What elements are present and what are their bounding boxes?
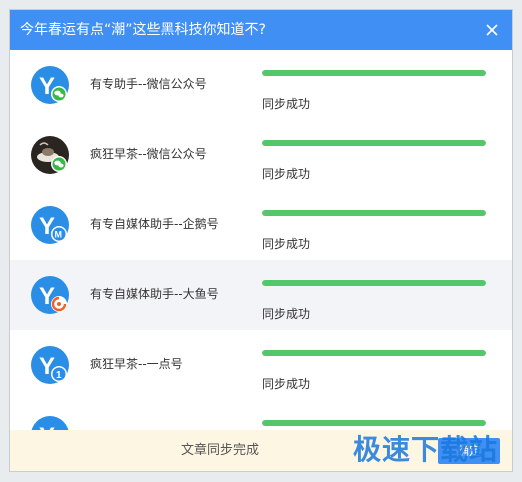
youzhuan-logo-icon: Y bbox=[31, 276, 69, 314]
svg-text:1: 1 bbox=[56, 370, 62, 381]
account-name: 疯狂早茶--微信公众号 bbox=[90, 147, 207, 161]
svg-text:Y: Y bbox=[39, 423, 55, 430]
progress-fill bbox=[262, 280, 486, 286]
sync-dialog: 今年春运有点“潮”这些黑科技你知道不? Y 有专助手--微信公众号 同步成功 疯… bbox=[10, 10, 512, 471]
account-name: 有专自媒体助手--企鹅号 bbox=[90, 217, 219, 231]
progress-bar bbox=[262, 210, 486, 216]
account-row: Y 1 疯狂早茶--一点号 同步成功 bbox=[10, 330, 512, 400]
progress-fill bbox=[262, 350, 486, 356]
progress-fill bbox=[262, 140, 486, 146]
account-name: 有专自媒体助手--大鱼号 bbox=[90, 287, 219, 301]
progress-fill bbox=[262, 210, 486, 216]
close-icon[interactable] bbox=[482, 20, 502, 40]
account-row: Y M 有专自媒体助手--企鹅号 同步成功 bbox=[10, 190, 512, 260]
progress-bar bbox=[262, 70, 486, 76]
progress-bar bbox=[262, 280, 486, 286]
sync-status: 同步成功 bbox=[262, 307, 311, 321]
account-row: 疯狂早茶--微信公众号 同步成功 bbox=[10, 120, 512, 190]
sync-status: 同步成功 bbox=[262, 97, 311, 111]
youzhuan-logo-icon: Y M bbox=[31, 206, 69, 244]
sync-status: 同步成功 bbox=[262, 377, 311, 391]
sync-status: 同步成功 bbox=[262, 237, 311, 251]
account-row: Y 有专助手--微信公众号 同步成功 bbox=[10, 50, 512, 120]
sync-status: 同步成功 bbox=[262, 167, 311, 181]
account-name: 疯狂早茶--一点号 bbox=[90, 357, 183, 371]
dialog-title: 今年春运有点“潮”这些黑科技你知道不? bbox=[20, 22, 266, 38]
youzhuan-logo-icon: Y bbox=[31, 66, 69, 104]
svg-text:M: M bbox=[55, 230, 63, 240]
watermark: 极速下载站 bbox=[353, 428, 498, 468]
progress-fill bbox=[262, 420, 486, 426]
progress-bar bbox=[262, 140, 486, 146]
account-row: Y 有专自媒体助手--大鱼号 同步成功 bbox=[10, 260, 512, 330]
account-list: Y 有专助手--微信公众号 同步成功 疯狂早茶--微信公众号 同步成功 Y M … bbox=[10, 50, 512, 430]
dialog-title-bar: 今年春运有点“潮”这些黑科技你知道不? bbox=[10, 10, 512, 50]
tea-photo-icon bbox=[31, 136, 69, 174]
youzhuan-logo-icon: Y 1 bbox=[31, 346, 69, 384]
progress-bar bbox=[262, 350, 486, 356]
progress-bar bbox=[262, 420, 486, 426]
watermark-text: 极速下载站 bbox=[352, 433, 498, 466]
progress-fill bbox=[262, 70, 486, 76]
account-row: Y bbox=[10, 400, 512, 430]
dialog-footer: 文章同步完成 确定 极速下载站 bbox=[10, 430, 512, 471]
account-name: 有专助手--微信公众号 bbox=[90, 77, 207, 91]
youzhuan-logo-icon: Y bbox=[31, 416, 69, 430]
